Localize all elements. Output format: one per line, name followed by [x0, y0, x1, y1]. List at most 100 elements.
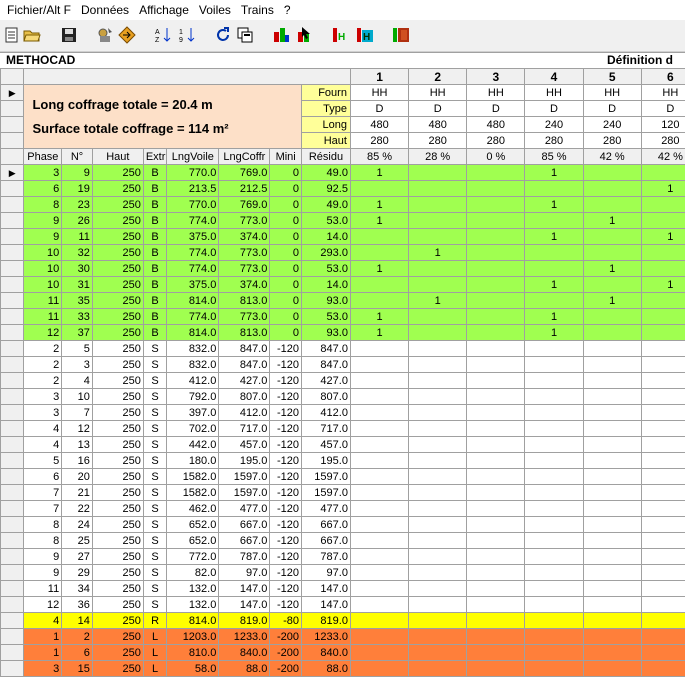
train-mark-cell[interactable] [524, 436, 584, 453]
train-mark-cell[interactable]: 1 [582, 260, 642, 277]
param-value[interactable]: D [349, 100, 410, 117]
cell-extr[interactable]: B [142, 308, 168, 325]
column-h-color-icon[interactable]: H [356, 26, 374, 44]
train-mark-cell[interactable] [408, 468, 468, 485]
row-selector[interactable] [0, 100, 25, 117]
train-mark-cell[interactable] [408, 196, 468, 213]
train-mark-cell[interactable] [582, 500, 642, 517]
train-mark-cell[interactable] [349, 436, 410, 453]
table-row[interactable]: 8 24 250 S 652.0 667.0 -120 667.0 [0, 516, 685, 533]
row-selector[interactable] [0, 644, 25, 661]
cell-rsidu[interactable]: 667.0 [300, 516, 351, 533]
cell-mini[interactable]: -120 [269, 436, 302, 453]
cell-rsidu[interactable]: 840.0 [300, 644, 351, 661]
cell-rsidu[interactable]: 819.0 [300, 612, 351, 629]
cell-lngcoffr[interactable]: 813.0 [218, 292, 271, 309]
train-mark-cell[interactable] [466, 452, 526, 469]
table-row[interactable]: 4 14 250 R 814.0 819.0 -80 819.0 [0, 612, 685, 629]
cell-haut[interactable]: 250 [91, 628, 144, 645]
train-mark-cell[interactable] [466, 660, 526, 677]
train-mark-cell[interactable] [640, 596, 685, 613]
cell-phase[interactable]: 3 [23, 164, 63, 181]
cell-lngvoile[interactable]: 442.0 [166, 436, 220, 453]
cell-mini[interactable]: -120 [269, 548, 302, 565]
train-mark-cell[interactable] [466, 628, 526, 645]
header-haut[interactable]: Haut [91, 148, 144, 165]
train-mark-cell[interactable] [408, 532, 468, 549]
train-mark-cell[interactable] [349, 612, 410, 629]
train-mark-cell[interactable] [524, 420, 584, 437]
train-mark-cell[interactable] [582, 244, 642, 261]
train-mark-cell[interactable] [349, 420, 410, 437]
param-value[interactable]: 480 [466, 116, 526, 133]
train-mark-cell[interactable] [466, 164, 526, 181]
train-mark-cell[interactable] [640, 580, 685, 597]
train-mark-cell[interactable] [582, 324, 642, 341]
cell-lngvoile[interactable]: 1582.0 [166, 484, 220, 501]
train-mark-cell[interactable] [582, 660, 642, 677]
train-mark-cell[interactable] [640, 452, 685, 469]
cell-n[interactable]: 5 [61, 340, 93, 357]
cell-lngcoffr[interactable]: 769.0 [218, 164, 271, 181]
cell-lngvoile[interactable]: 770.0 [166, 196, 220, 213]
cell-mini[interactable]: -200 [269, 628, 302, 645]
cell-extr[interactable]: B [142, 276, 168, 293]
cell-extr[interactable]: L [142, 628, 168, 645]
header-lngcoffr[interactable]: LngCoffr [218, 148, 271, 165]
train-mark-cell[interactable] [466, 404, 526, 421]
cell-n[interactable]: 12 [61, 420, 93, 437]
train-mark-cell[interactable] [349, 244, 410, 261]
train-mark-cell[interactable] [582, 452, 642, 469]
cell-extr[interactable]: B [142, 196, 168, 213]
cell-n[interactable]: 25 [61, 532, 93, 549]
train-mark-cell[interactable] [524, 644, 584, 661]
param-value[interactable]: 280 [408, 132, 468, 149]
table-row[interactable]: 9 11 250 B 375.0 374.0 0 14.0 1 1 [0, 228, 685, 245]
row-selector[interactable] [0, 260, 25, 277]
cell-lngcoffr[interactable]: 667.0 [218, 516, 271, 533]
train-mark-cell[interactable] [408, 324, 468, 341]
cell-mini[interactable]: -120 [269, 580, 302, 597]
cell-lngcoffr[interactable]: 1233.0 [218, 628, 271, 645]
train-mark-cell[interactable] [408, 164, 468, 181]
train-mark-cell[interactable] [408, 484, 468, 501]
table-row[interactable]: 9 29 250 S 82.0 97.0 -120 97.0 [0, 564, 685, 581]
table-row[interactable]: 3 10 250 S 792.0 807.0 -120 807.0 [0, 388, 685, 405]
train-mark-cell[interactable] [524, 580, 584, 597]
train-mark-cell[interactable] [466, 468, 526, 485]
cell-lngvoile[interactable]: 180.0 [166, 452, 220, 469]
row-selector[interactable] [0, 612, 25, 629]
param-value[interactable]: 480 [408, 116, 468, 133]
cell-n[interactable]: 15 [61, 660, 93, 677]
cell-n[interactable]: 32 [61, 244, 93, 261]
train-mark-cell[interactable] [640, 388, 685, 405]
table-row[interactable]: 6 20 250 S 1582.0 1597.0 -120 1597.0 [0, 468, 685, 485]
train-mark-cell[interactable] [349, 580, 410, 597]
cell-haut[interactable]: 250 [91, 452, 144, 469]
row-selector[interactable] [0, 324, 25, 341]
param-value[interactable]: D [582, 100, 642, 117]
row-selector[interactable] [0, 212, 25, 229]
cell-phase[interactable]: 2 [23, 356, 63, 373]
train-mark-cell[interactable] [582, 180, 642, 197]
cell-rsidu[interactable]: 49.0 [300, 196, 351, 213]
row-selector[interactable] [0, 596, 25, 613]
cell-lngvoile[interactable]: 832.0 [166, 340, 220, 357]
param-value[interactable]: HH [408, 84, 468, 101]
cell-n[interactable]: 10 [61, 388, 93, 405]
cell-rsidu[interactable]: 412.0 [300, 404, 351, 421]
cell-n[interactable]: 11 [61, 228, 93, 245]
train-mark-cell[interactable] [640, 468, 685, 485]
cell-phase[interactable]: 4 [23, 420, 63, 437]
cell-rsidu[interactable]: 97.0 [300, 564, 351, 581]
cell-phase[interactable]: 1 [23, 628, 63, 645]
cell-haut[interactable]: 250 [91, 308, 144, 325]
train-mark-cell[interactable] [349, 660, 410, 677]
cell-mini[interactable]: -120 [269, 452, 302, 469]
table-row[interactable]: ▶ 3 9 250 B 770.0 769.0 0 49.0 1 1 [0, 164, 685, 181]
train-mark-cell[interactable] [349, 228, 410, 245]
cell-phase[interactable]: 3 [23, 660, 63, 677]
cell-mini[interactable]: -120 [269, 420, 302, 437]
cell-rsidu[interactable]: 88.0 [300, 660, 351, 677]
menu-trains[interactable]: Trains [234, 3, 274, 17]
